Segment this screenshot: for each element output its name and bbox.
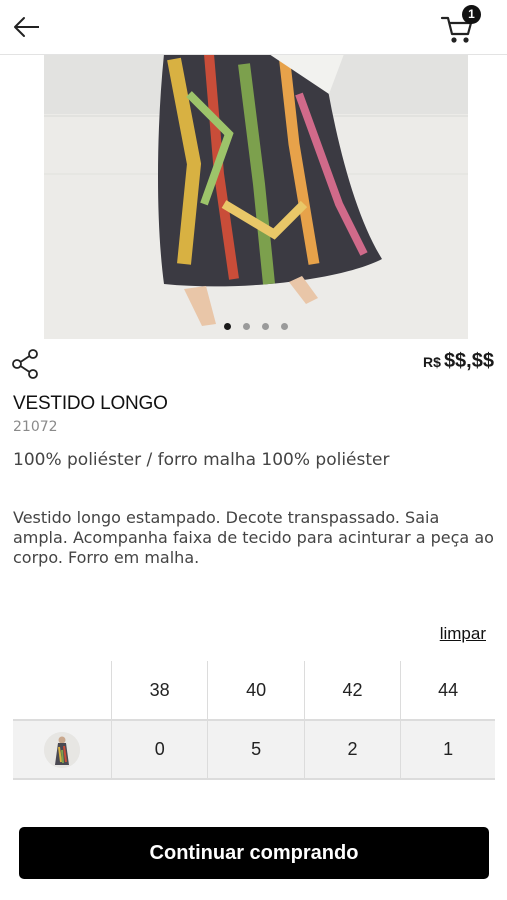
carousel-dot-4[interactable] [281,323,288,330]
quantity-cell[interactable]: 2 [303,719,401,780]
size-quantity-grid: 38 40 42 44 0 5 2 1 [13,661,495,780]
carousel-dot-1[interactable] [224,323,231,330]
quantity-row: 0 5 2 1 [13,719,495,780]
size-label: 44 [400,661,495,720]
continue-shopping-button[interactable]: Continuar comprando [19,827,489,879]
product-composition: 100% poliéster / forro malha 100% poliés… [13,450,390,470]
product-price: R$ $$,$$ [423,350,494,373]
carousel-dot-2[interactable] [243,323,250,330]
quantity-cell[interactable]: 1 [400,719,495,780]
variant-thumbnail-cell [13,719,112,780]
size-header-empty-cell [13,661,112,720]
quantity-cell[interactable]: 0 [110,719,208,780]
size-label: 40 [207,661,305,720]
product-reference: 21072 [13,419,58,435]
cart-button[interactable]: 1 [438,5,482,46]
quantity-cell[interactable]: 5 [207,719,305,780]
product-image-carousel[interactable] [44,54,468,339]
cart-count-badge: 1 [462,5,481,24]
size-label: 38 [110,661,208,720]
product-thumbnail [44,731,80,768]
size-header-row: 38 40 42 44 [13,661,495,720]
back-arrow-icon[interactable] [12,13,42,41]
price-value: $$,$$ [443,350,494,372]
product-title: VESTIDO LONGO [13,393,168,414]
product-photo [44,54,468,339]
clear-selection-link[interactable]: limpar [440,624,486,644]
top-bar: 1 [0,0,507,55]
price-currency: R$ [423,354,441,370]
carousel-dot-3[interactable] [262,323,269,330]
size-label: 42 [303,661,401,720]
product-description: Vestido longo estampado. Decote transpas… [13,508,494,567]
share-icon[interactable] [12,349,40,379]
carousel-dots [44,323,468,330]
